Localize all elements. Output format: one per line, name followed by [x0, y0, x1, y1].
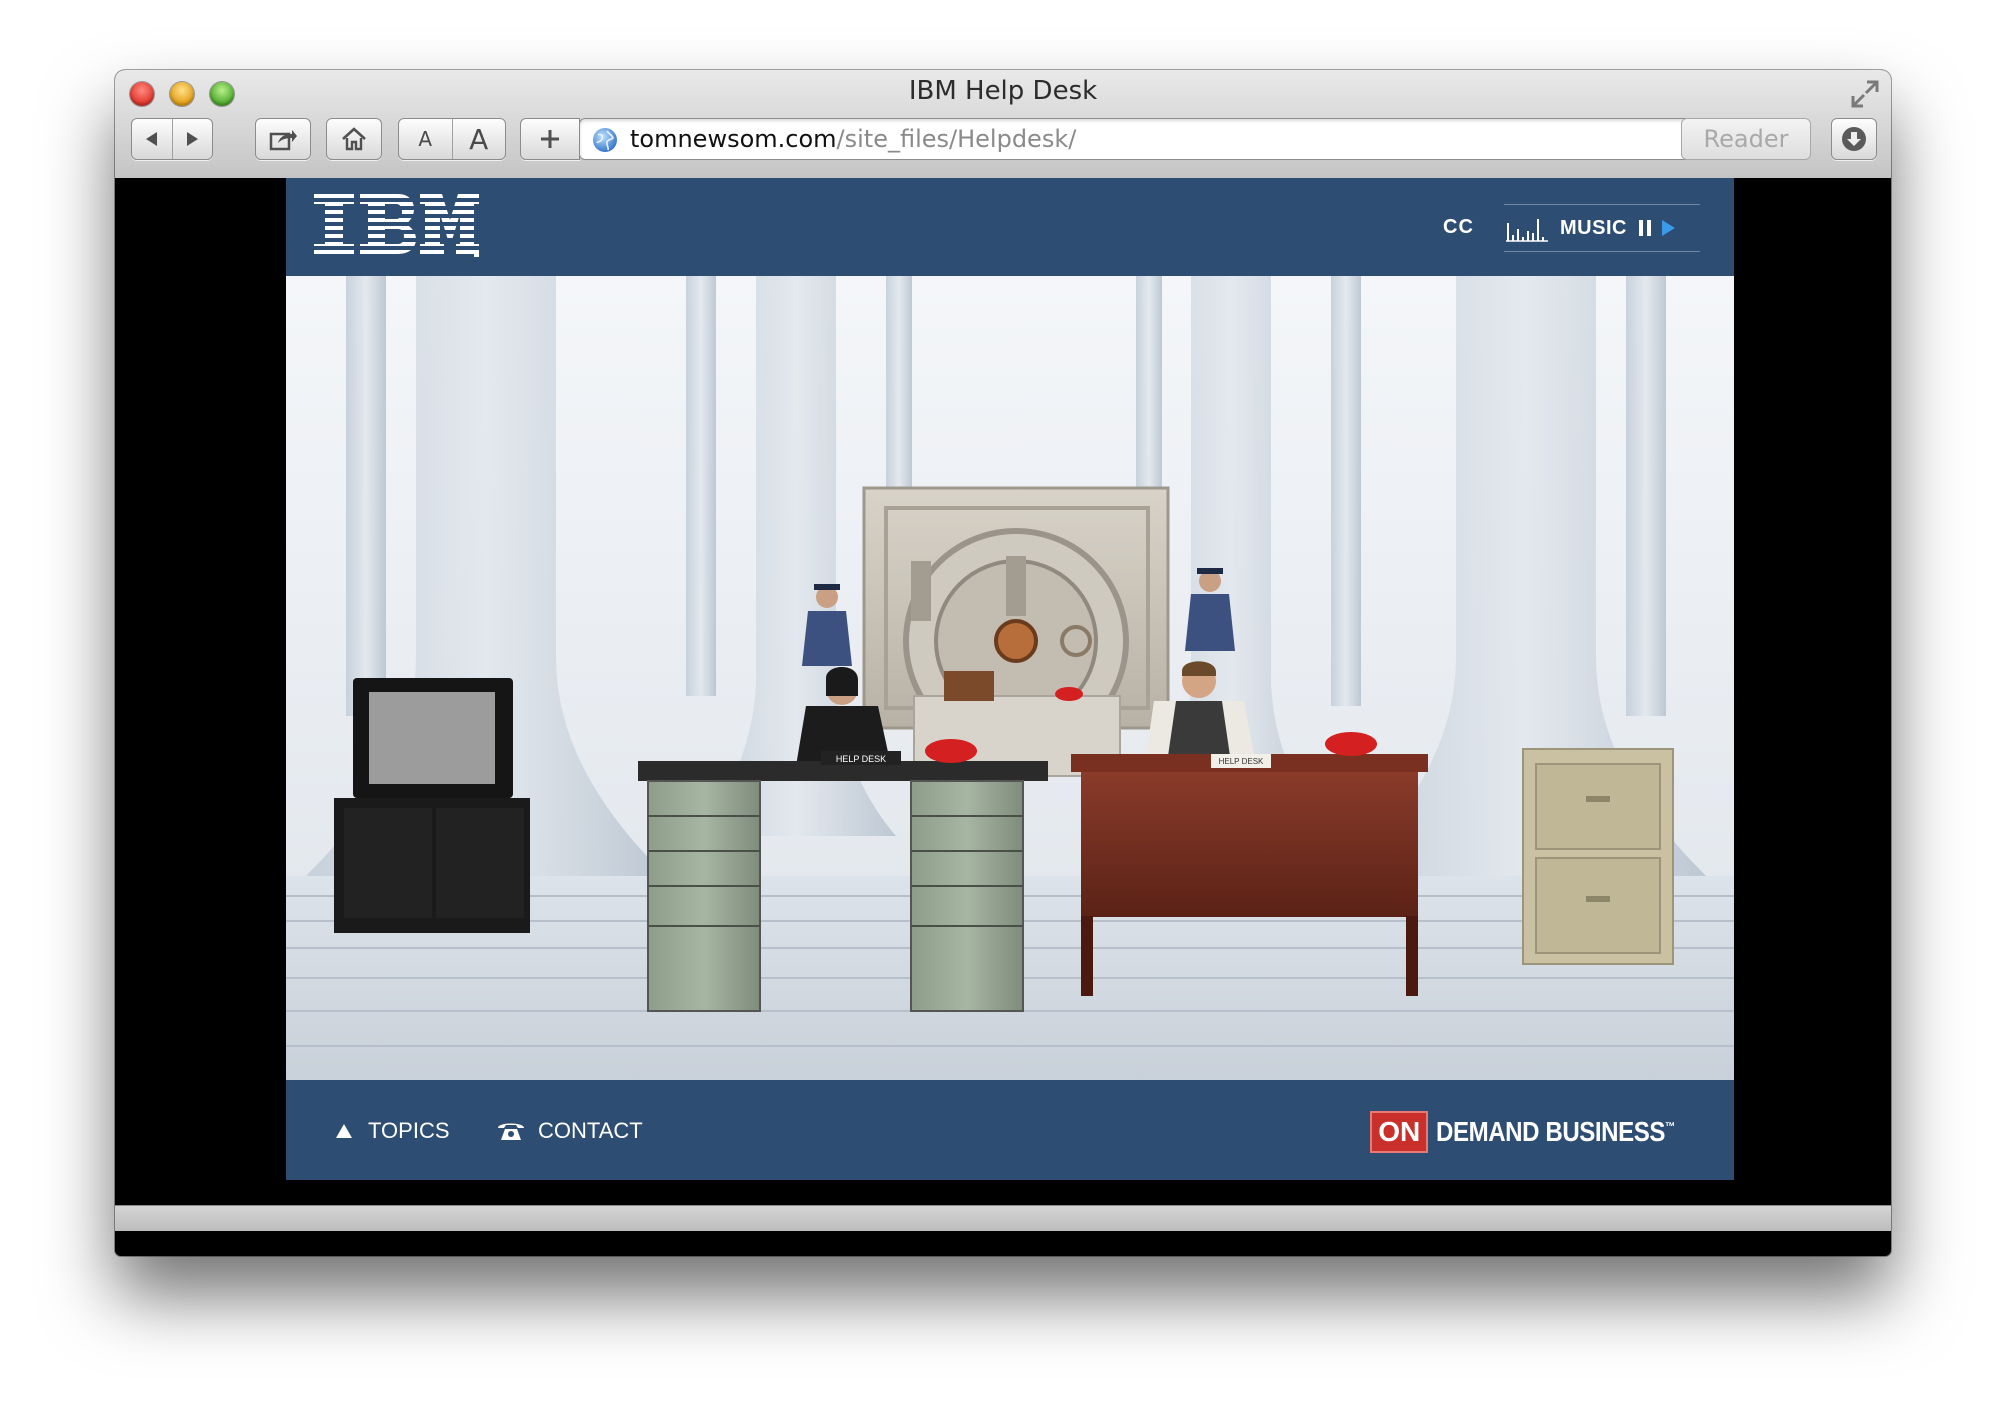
- url-domain: tomnewsom.com: [630, 125, 837, 153]
- closed-captions-button[interactable]: CC: [1443, 216, 1474, 239]
- telephone-icon: [498, 1123, 524, 1140]
- on-demand-business-logo[interactable]: ON DEMAND BUSINESS™: [1370, 1110, 1714, 1154]
- right-desk-sign: HELP DESK: [1219, 757, 1264, 766]
- globe-icon: [593, 128, 617, 152]
- contact-label: CONTACT: [538, 1118, 643, 1143]
- share-icon: [269, 130, 297, 151]
- downloads-button[interactable]: [1831, 118, 1877, 160]
- help-desk-scene: HELP DESK HELP DESK: [286, 276, 1734, 1080]
- music-label: MUSIC: [1560, 216, 1627, 239]
- status-bar: [115, 1205, 1891, 1231]
- on-badge: ON: [1370, 1111, 1429, 1153]
- add-bookmark-button[interactable]: [520, 118, 580, 160]
- brand-text: DEMAND BUSINESS™: [1436, 1116, 1676, 1147]
- site-footer: TOPICS CONTACT ON DEMAND BUSINESS™: [286, 1080, 1734, 1180]
- titlebar: IBM Help Desk A A tomnewsom.com/site_fil…: [115, 70, 1891, 179]
- equalizer-icon: [1506, 219, 1548, 242]
- browser-window: IBM Help Desk A A tomnewsom.com/site_fil…: [115, 70, 1891, 1256]
- pause-icon[interactable]: [1637, 217, 1657, 239]
- window-title: IBM Help Desk: [908, 76, 1098, 106]
- home-button[interactable]: [326, 118, 382, 160]
- page-content: CC MUSIC HELP DESK HELP DESK TOPICS CONT…: [115, 178, 1891, 1231]
- contact-link[interactable]: CONTACT: [496, 1118, 643, 1144]
- address-bar[interactable]: tomnewsom.com/site_files/Helpdesk/: [579, 118, 1745, 160]
- fullscreen-icon[interactable]: [1849, 78, 1881, 110]
- forward-arrow-icon: [187, 132, 199, 146]
- home-icon: [342, 127, 366, 151]
- music-control[interactable]: MUSIC: [1504, 204, 1700, 252]
- text-smaller-button[interactable]: A: [399, 119, 452, 159]
- text-size-buttons: A A: [398, 118, 506, 160]
- url-text: tomnewsom.com/site_files/Helpdesk/: [630, 125, 1076, 153]
- topics-link[interactable]: TOPICS: [334, 1118, 450, 1144]
- triangle-up-icon: [336, 1124, 352, 1138]
- forward-button[interactable]: [171, 119, 213, 159]
- ibm-site: CC MUSIC HELP DESK HELP DESK TOPICS CONT…: [286, 178, 1734, 1231]
- left-desk-sign: HELP DESK: [836, 754, 886, 764]
- topics-label: TOPICS: [368, 1118, 450, 1143]
- back-forward-buttons: [131, 118, 213, 160]
- back-button[interactable]: [132, 119, 172, 159]
- ibm-logo[interactable]: [314, 194, 479, 258]
- download-icon: [1842, 127, 1866, 151]
- help-desk-scene-illustration: HELP DESK HELP DESK: [286, 276, 1734, 1080]
- share-button[interactable]: [255, 118, 311, 160]
- reader-button[interactable]: Reader: [1681, 118, 1811, 160]
- play-icon[interactable]: [1659, 217, 1677, 239]
- back-arrow-icon: [145, 132, 157, 146]
- url-path: /site_files/Helpdesk/: [836, 125, 1077, 153]
- plus-icon: [541, 130, 559, 148]
- text-larger-button[interactable]: A: [451, 119, 506, 159]
- site-header: CC MUSIC: [286, 178, 1734, 276]
